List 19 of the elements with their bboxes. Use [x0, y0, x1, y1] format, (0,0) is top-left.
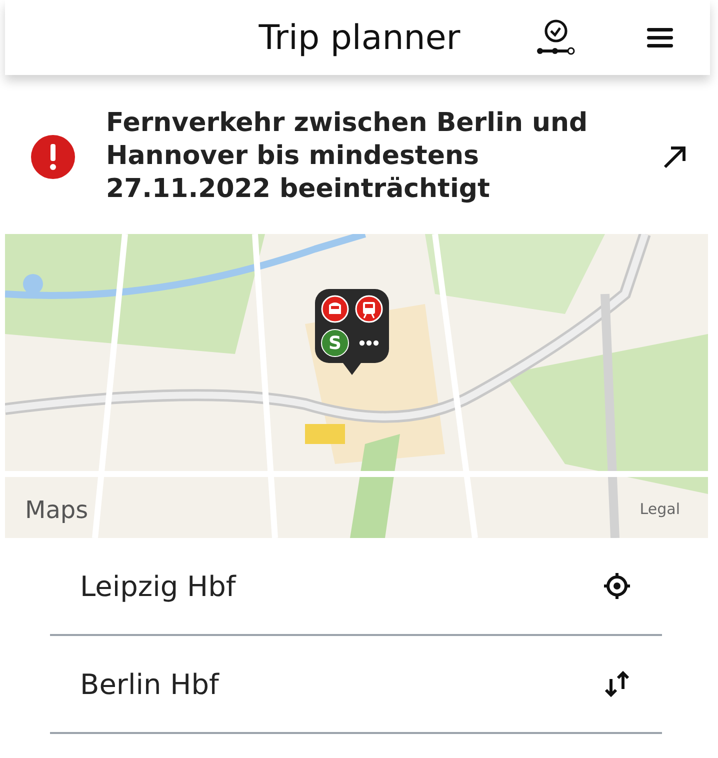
- menu-icon[interactable]: [646, 26, 674, 48]
- train-icon: [355, 295, 383, 323]
- external-arrow-icon[interactable]: [662, 144, 688, 170]
- s-bahn-badge: S: [321, 329, 349, 357]
- swap-arrows-icon[interactable]: [602, 669, 632, 699]
- marker-pointer: [343, 363, 361, 375]
- disruption-alert[interactable]: Fernverkehr zwischen Berlin und Hannover bis mindestens 27.11.2022 beeinträchtigt: [0, 75, 718, 234]
- station-field[interactable]: Berlin Hbf: [50, 636, 662, 734]
- more-icon: [359, 340, 379, 346]
- high-speed-train-icon: [321, 295, 349, 323]
- station-marker[interactable]: S: [315, 289, 389, 363]
- page-title: Trip planner: [258, 18, 462, 58]
- alert-message: Fernverkehr zwischen Berlin und Hannover bis mindestens 27.11.2022 beeinträchtigt: [106, 107, 589, 206]
- station-field[interactable]: Leipzig Hbf: [50, 538, 662, 636]
- locate-icon[interactable]: [602, 571, 632, 601]
- warning-icon: [30, 134, 76, 180]
- clock-timeline-icon[interactable]: [536, 18, 576, 56]
- legal-link[interactable]: Legal: [640, 500, 680, 518]
- map-attribution: Maps: [25, 496, 88, 524]
